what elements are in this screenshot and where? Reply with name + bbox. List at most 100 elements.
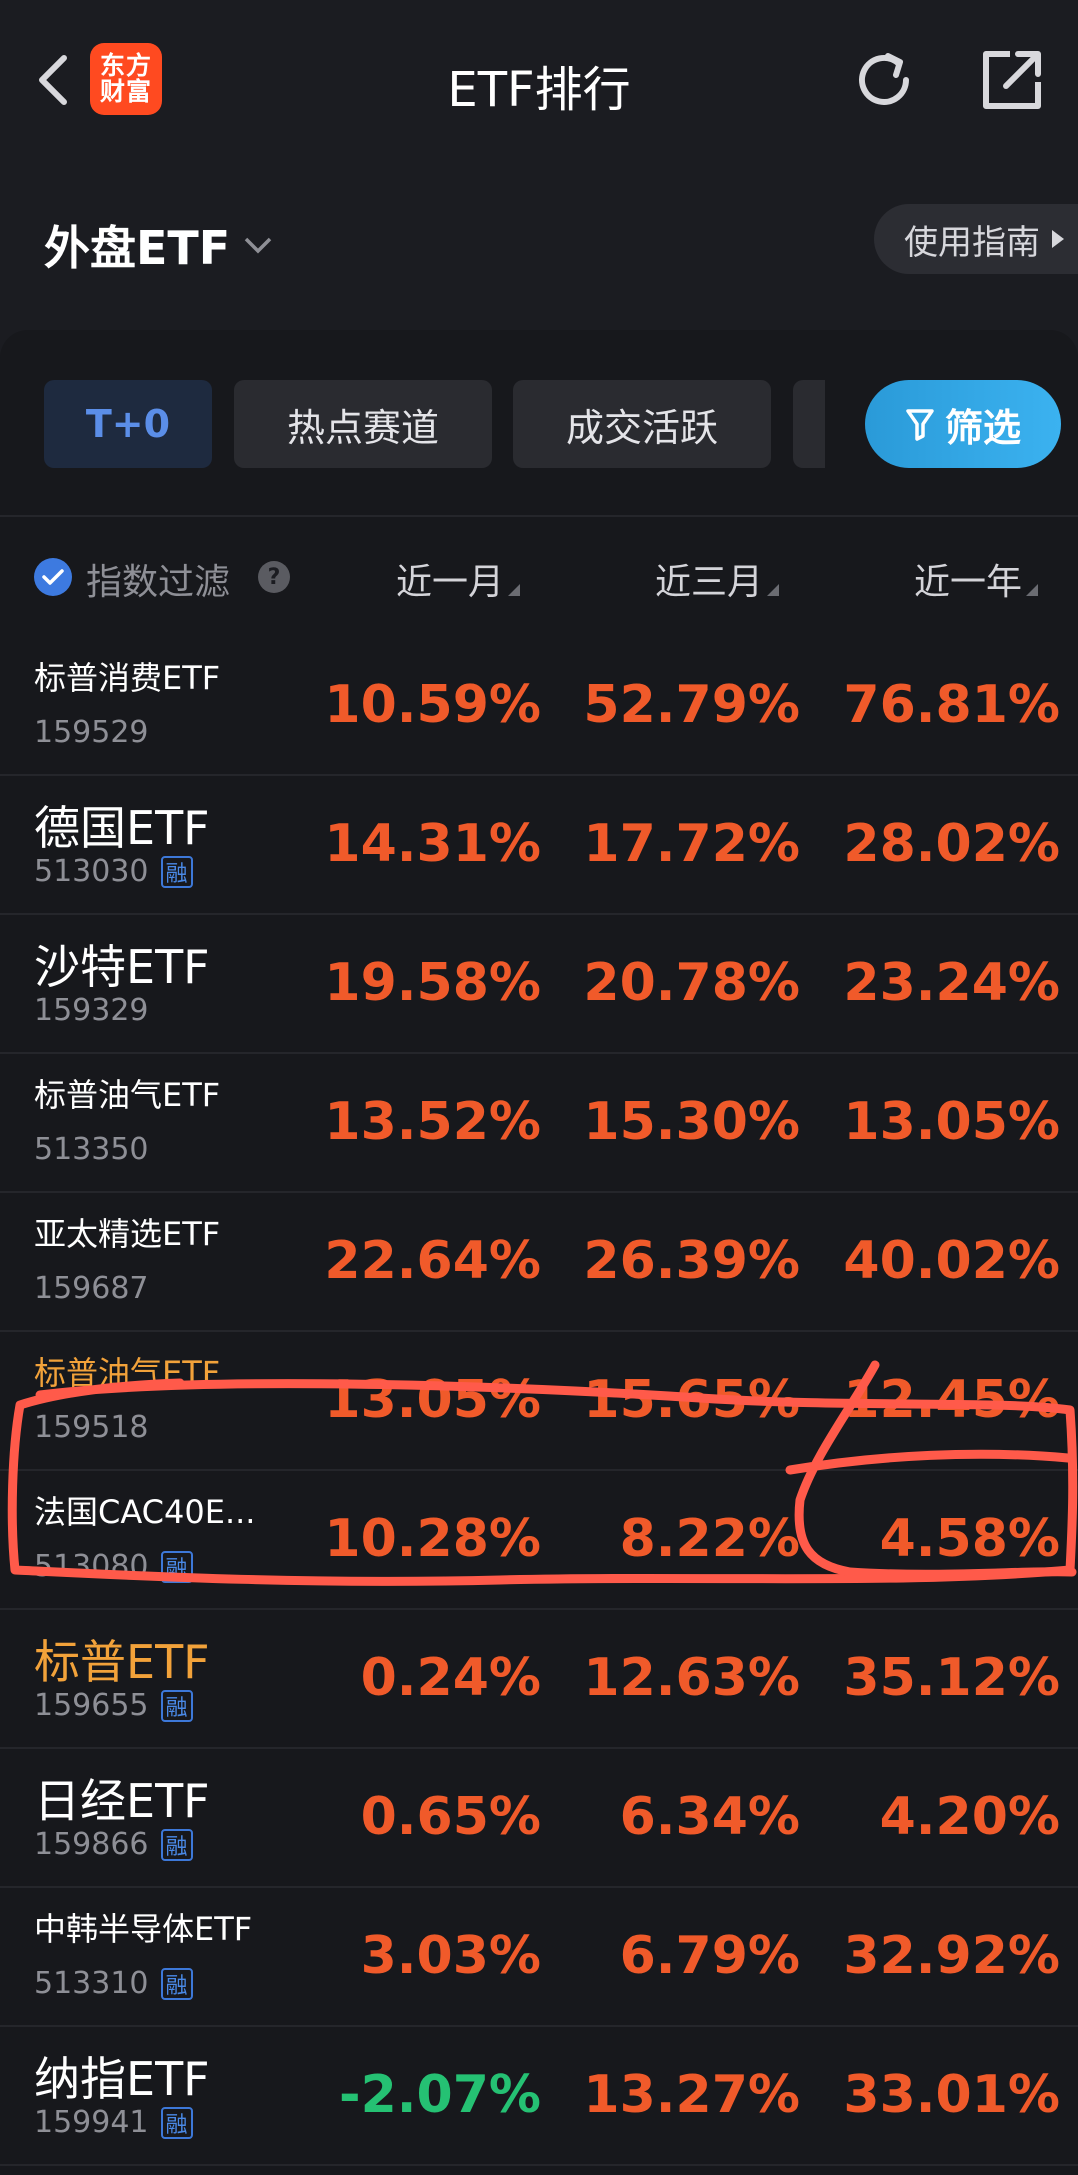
return-1y: 28.02%: [843, 814, 1060, 874]
margin-badge: 融: [160, 1967, 193, 2000]
etf-code-line: 159866 融: [34, 1827, 193, 1862]
top-bar: 东方 财富 ETF排行: [0, 0, 1078, 165]
table-row[interactable]: 法国CAC40E... 513080 融 10.28% 8.22% 4.58%: [0, 1469, 1078, 1610]
column-header-1y[interactable]: 近一年: [914, 553, 1039, 605]
margin-badge: 融: [160, 1828, 193, 1861]
etf-name: 标普消费ETF: [34, 659, 221, 697]
etf-code-line: 513350: [34, 1132, 149, 1167]
etf-code: 159329: [34, 993, 149, 1028]
chip-active-trading[interactable]: 成交活跃: [513, 380, 771, 468]
sort-icon: [1026, 584, 1039, 596]
return-1y: 13.05%: [843, 1092, 1060, 1152]
table-row[interactable]: 标普消费ETF 159529 10.59% 52.79% 76.81%: [0, 635, 1078, 776]
etf-code: 159866: [34, 1827, 149, 1862]
market-selector[interactable]: 外盘ETF: [44, 212, 274, 278]
chip-t0[interactable]: T+0: [44, 380, 212, 468]
etf-code-line: 159687: [34, 1271, 149, 1306]
return-3m: 6.34%: [619, 1787, 800, 1847]
return-3m: 52.79%: [583, 675, 800, 735]
etf-code: 159941: [34, 2105, 149, 2140]
return-1m: 0.24%: [360, 1648, 541, 1708]
sort-icon: [508, 584, 521, 596]
etf-code-line: 159518: [34, 1410, 149, 1445]
margin-badge: 融: [160, 1550, 193, 1583]
return-3m: 26.39%: [583, 1231, 800, 1291]
chevron-down-icon: [244, 237, 272, 254]
column-label-3m: 近三月: [655, 562, 764, 603]
refresh-icon[interactable]: [848, 44, 920, 116]
return-3m: 17.72%: [583, 814, 800, 874]
return-1y: 12.45%: [843, 1370, 1060, 1430]
help-icon[interactable]: ?: [258, 561, 290, 593]
return-3m: 20.78%: [583, 953, 800, 1013]
chip-more[interactable]: [793, 380, 825, 468]
return-1y: 40.02%: [843, 1231, 1060, 1291]
return-1m: 19.58%: [324, 953, 541, 1013]
table-row[interactable]: 标普油气ETF 513350 13.52% 15.30% 13.05%: [0, 1052, 1078, 1193]
etf-code: 513350: [34, 1132, 149, 1167]
column-header-1m[interactable]: 近一月: [396, 553, 521, 605]
column-label-1y: 近一年: [914, 562, 1023, 603]
etf-code-line: 159941 融: [34, 2105, 193, 2140]
share-icon[interactable]: [976, 44, 1048, 116]
return-1y: 33.01%: [843, 2065, 1060, 2125]
return-1y: 76.81%: [843, 675, 1060, 735]
table-row[interactable]: 纳指ETF 159941 融 -2.07% 13.27% 33.01%: [0, 2025, 1078, 2166]
etf-code: 159518: [34, 1410, 149, 1445]
table-row[interactable]: 中韩半导体ETF 513310 融 3.03% 6.79% 32.92%: [0, 1886, 1078, 2027]
etf-code: 159529: [34, 715, 149, 750]
index-filter-label[interactable]: 指数过滤: [86, 553, 230, 605]
return-1y: 4.20%: [879, 1787, 1060, 1847]
chip-hot-track[interactable]: 热点赛道: [234, 380, 492, 468]
table-row[interactable]: 标普ETF 159655 融 0.24% 12.63% 35.12%: [0, 1608, 1078, 1749]
table-row[interactable]: 沙特ETF 159329 19.58% 20.78% 23.24%: [0, 913, 1078, 1054]
return-1m: 10.59%: [324, 675, 541, 735]
return-1m: -2.07%: [339, 2065, 541, 2125]
etf-name: 德国ETF: [34, 801, 210, 855]
etf-code: 513030: [34, 854, 149, 889]
ranking-panel: T+0 热点赛道 成交活跃 筛选 指数过滤 ? 近一月 近三月 近一年 标普消费…: [0, 330, 1078, 2175]
etf-name: 日经ETF: [34, 1774, 210, 1828]
sort-icon: [767, 584, 780, 596]
etf-code-line: 159655 融: [34, 1688, 193, 1723]
return-1y: 32.92%: [843, 1926, 1060, 1986]
return-3m: 13.27%: [583, 2065, 800, 2125]
etf-code-line: 159529: [34, 715, 149, 750]
return-1m: 0.65%: [360, 1787, 541, 1847]
return-3m: 15.65%: [583, 1370, 800, 1430]
table-row[interactable]: 日经ETF 159866 融 0.65% 6.34% 4.20%: [0, 1747, 1078, 1888]
etf-name: 亚太精选ETF: [34, 1215, 221, 1253]
margin-badge: 融: [160, 855, 193, 888]
return-1y: 23.24%: [843, 953, 1060, 1013]
etf-code: 513080: [34, 1549, 149, 1584]
margin-badge: 融: [160, 1689, 193, 1722]
column-header-3m[interactable]: 近三月: [655, 553, 780, 605]
return-1m: 13.52%: [324, 1092, 541, 1152]
etf-name: 标普ETF: [34, 1635, 210, 1689]
etf-name: 标普油气ETF: [34, 1354, 221, 1392]
guide-label: 使用指南: [904, 222, 1040, 263]
filter-button[interactable]: 筛选: [865, 380, 1061, 468]
return-3m: 8.22%: [619, 1509, 800, 1569]
usage-guide-button[interactable]: 使用指南: [874, 204, 1078, 274]
etf-name: 中韩半导体ETF: [34, 1910, 253, 1948]
etf-name: 法国CAC40E...: [34, 1493, 256, 1531]
table-row[interactable]: 德国ETF 513030 融 14.31% 17.72% 28.02%: [0, 774, 1078, 915]
table-row[interactable]: 标普油气ETF 159518 13.05% 15.65% 12.45%: [0, 1330, 1078, 1471]
margin-badge: 融: [160, 2106, 193, 2139]
return-1m: 10.28%: [324, 1509, 541, 1569]
etf-code: 513310: [34, 1966, 149, 2001]
return-3m: 6.79%: [619, 1926, 800, 1986]
return-1y: 4.58%: [879, 1509, 1060, 1569]
etf-code-line: 513310 融: [34, 1966, 193, 2001]
table-header: 指数过滤 ? 近一月 近三月 近一年: [0, 515, 1078, 635]
filter-label: 筛选: [944, 405, 1021, 450]
table-row[interactable]: 亚太精选ETF 159687 22.64% 26.39% 40.02%: [0, 1191, 1078, 1332]
etf-code-line: 513030 融: [34, 854, 193, 889]
checkbox-icon[interactable]: [34, 558, 72, 596]
etf-name: 沙特ETF: [34, 940, 210, 994]
etf-name: 纳指ETF: [34, 2052, 210, 2106]
etf-code-line: 159329: [34, 993, 149, 1028]
return-3m: 15.30%: [583, 1092, 800, 1152]
return-1m: 13.05%: [324, 1370, 541, 1430]
